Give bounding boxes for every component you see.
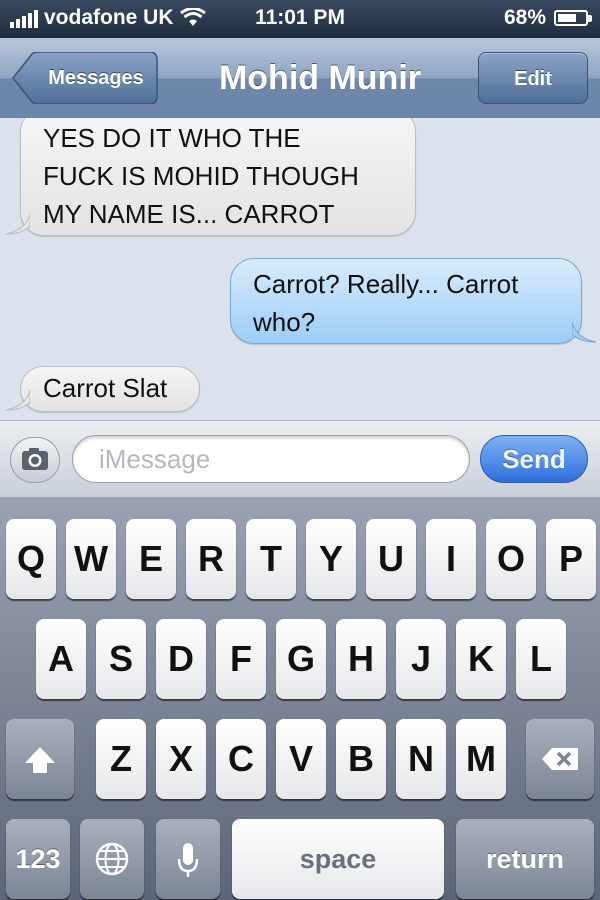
key-o[interactable]: O — [486, 519, 536, 599]
globe-icon — [95, 842, 129, 876]
key-j[interactable]: J — [396, 619, 446, 699]
message-line: Carrot Slat — [43, 373, 168, 403]
back-button-label: Messages — [48, 67, 144, 89]
key-a[interactable]: A — [36, 619, 86, 699]
camera-icon — [22, 448, 48, 470]
battery-icon — [554, 10, 592, 26]
key-m[interactable]: M — [456, 719, 506, 799]
key-f[interactable]: F — [216, 619, 266, 699]
key-t[interactable]: T — [246, 519, 296, 599]
microphone-key[interactable] — [156, 819, 220, 899]
key-q[interactable]: Q — [6, 519, 56, 599]
key-s[interactable]: S — [96, 619, 146, 699]
shift-icon — [25, 747, 55, 773]
return-key[interactable]: return — [456, 819, 594, 899]
battery-status: 68% — [503, 6, 592, 30]
back-button[interactable]: Messages — [12, 52, 158, 104]
message-line: who? — [253, 307, 316, 337]
key-l[interactable]: L — [516, 619, 566, 699]
key-n[interactable]: N — [396, 719, 446, 799]
message-thread[interactable]: YES DO IT WHO THE FUCK IS MOHID THOUGH M… — [0, 118, 600, 420]
key-k[interactable]: K — [456, 619, 506, 699]
camera-button[interactable] — [10, 437, 60, 483]
message-bubble-received: YES DO IT WHO THE FUCK IS MOHID THOUGH M… — [20, 118, 416, 236]
key-d[interactable]: D — [156, 619, 206, 699]
bubble-tail — [6, 214, 30, 235]
message-line: FUCK IS MOHID THOUGH — [43, 161, 359, 191]
key-z[interactable]: Z — [96, 719, 146, 799]
delete-icon — [542, 748, 578, 770]
key-b[interactable]: B — [336, 719, 386, 799]
imessage-input[interactable]: iMessage — [72, 435, 470, 483]
message-line: Carrot? Really... Carrot — [253, 269, 519, 299]
send-button[interactable]: Send — [480, 435, 588, 483]
navigation-bar: Messages Mohid Munir Edit — [0, 38, 600, 119]
status-bar: vodafone UK 11:01 PM 68% — [0, 0, 600, 38]
key-w[interactable]: W — [66, 519, 116, 599]
globe-key[interactable] — [80, 819, 144, 899]
shift-key[interactable] — [6, 719, 74, 799]
bubble-tail — [572, 322, 596, 343]
conversation-title: Mohid Munir — [218, 59, 422, 97]
key-h[interactable]: H — [336, 619, 386, 699]
key-i[interactable]: I — [426, 519, 476, 599]
keyboard: Q W E R T Y U I O P A S D F G H J K L Z … — [0, 497, 600, 900]
key-c[interactable]: C — [216, 719, 266, 799]
numbers-key[interactable]: 123 — [6, 819, 70, 899]
space-key[interactable]: space — [232, 819, 444, 899]
key-x[interactable]: X — [156, 719, 206, 799]
delete-key[interactable] — [526, 719, 594, 799]
message-line: YES DO IT WHO THE — [43, 123, 301, 153]
message-bubble-received: Carrot Slat — [20, 366, 200, 412]
bubble-tail — [6, 390, 30, 411]
key-p[interactable]: P — [546, 519, 596, 599]
key-y[interactable]: Y — [306, 519, 356, 599]
message-bubble-sent: Carrot? Really... Carrot who? — [230, 258, 582, 344]
battery-percent: 68% — [503, 6, 546, 29]
battery-fill — [558, 14, 576, 22]
microphone-icon — [177, 843, 199, 877]
key-u[interactable]: U — [366, 519, 416, 599]
key-g[interactable]: G — [276, 619, 326, 699]
key-e[interactable]: E — [126, 519, 176, 599]
key-v[interactable]: V — [276, 719, 326, 799]
composer-bar: iMessage Send — [0, 420, 600, 498]
key-r[interactable]: R — [186, 519, 236, 599]
edit-button[interactable]: Edit — [478, 52, 588, 104]
message-line: MY NAME IS... CARROT — [43, 199, 335, 229]
